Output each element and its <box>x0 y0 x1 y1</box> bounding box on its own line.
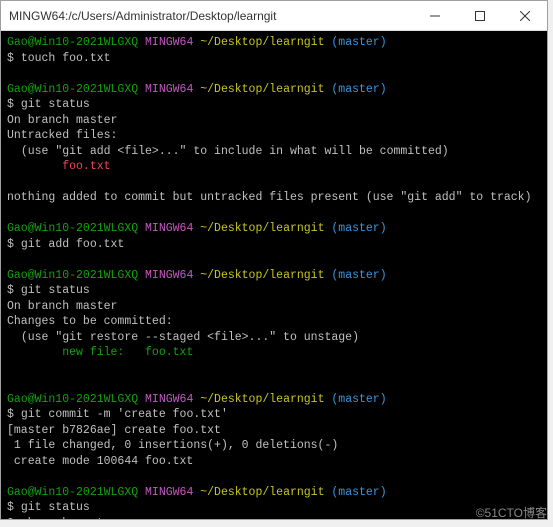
prompt-branch: (master) <box>331 393 386 406</box>
prompt-env: MINGW64 <box>145 486 193 499</box>
prompt-userhost: Gao@Win10-2021WLGXQ <box>7 393 138 406</box>
output-line: (use "git add <file>..." to include in w… <box>7 144 541 160</box>
prompt-env: MINGW64 <box>145 83 193 96</box>
prompt-branch: (master) <box>331 36 386 49</box>
output-line: new file: foo.txt <box>7 345 541 361</box>
prompt-env: MINGW64 <box>145 36 193 49</box>
prompt-line: Gao@Win10-2021WLGXQ MINGW64 ~/Desktop/le… <box>7 35 541 51</box>
output-line <box>7 469 541 485</box>
minimize-button[interactable] <box>412 1 457 30</box>
terminal-window: MINGW64:/c/Users/Administrator/Desktop/l… <box>0 0 548 520</box>
prompt-userhost: Gao@Win10-2021WLGXQ <box>7 36 138 49</box>
prompt-userhost: Gao@Win10-2021WLGXQ <box>7 486 138 499</box>
output-line: On branch master <box>7 516 541 519</box>
prompt-userhost: Gao@Win10-2021WLGXQ <box>7 83 138 96</box>
prompt-path: ~/Desktop/learngit <box>200 83 324 96</box>
output-line <box>7 252 541 268</box>
window-title: MINGW64:/c/Users/Administrator/Desktop/l… <box>9 9 412 23</box>
prompt-branch: (master) <box>331 83 386 96</box>
output-line: [master b7826ae] create foo.txt <box>7 423 541 439</box>
output-line: foo.txt <box>7 159 541 175</box>
close-button[interactable] <box>502 1 547 30</box>
output-line: On branch master <box>7 113 541 129</box>
prompt-branch: (master) <box>331 269 386 282</box>
output-line <box>7 376 541 392</box>
output-line: nothing added to commit but untracked fi… <box>7 190 541 206</box>
output-line: create mode 100644 foo.txt <box>7 454 541 470</box>
prompt-path: ~/Desktop/learngit <box>200 393 324 406</box>
prompt-env: MINGW64 <box>145 393 193 406</box>
window-controls <box>412 1 547 30</box>
prompt-path: ~/Desktop/learngit <box>200 486 324 499</box>
prompt-userhost: Gao@Win10-2021WLGXQ <box>7 222 138 235</box>
prompt-path: ~/Desktop/learngit <box>200 222 324 235</box>
command-line: $ git status <box>7 283 541 299</box>
prompt-path: ~/Desktop/learngit <box>200 269 324 282</box>
command-line: $ git status <box>7 97 541 113</box>
prompt-branch: (master) <box>331 486 386 499</box>
command-line: $ git add foo.txt <box>7 237 541 253</box>
output-line: (use "git restore --staged <file>..." to… <box>7 330 541 346</box>
prompt-line: Gao@Win10-2021WLGXQ MINGW64 ~/Desktop/le… <box>7 485 541 501</box>
terminal-body[interactable]: Gao@Win10-2021WLGXQ MINGW64 ~/Desktop/le… <box>1 31 547 519</box>
prompt-line: Gao@Win10-2021WLGXQ MINGW64 ~/Desktop/le… <box>7 268 541 284</box>
titlebar[interactable]: MINGW64:/c/Users/Administrator/Desktop/l… <box>1 1 547 31</box>
prompt-env: MINGW64 <box>145 222 193 235</box>
prompt-env: MINGW64 <box>145 269 193 282</box>
output-line <box>7 206 541 222</box>
prompt-path: ~/Desktop/learngit <box>200 36 324 49</box>
output-line: On branch master <box>7 299 541 315</box>
output-line <box>7 66 541 82</box>
prompt-line: Gao@Win10-2021WLGXQ MINGW64 ~/Desktop/le… <box>7 221 541 237</box>
output-line: Untracked files: <box>7 128 541 144</box>
prompt-line: Gao@Win10-2021WLGXQ MINGW64 ~/Desktop/le… <box>7 82 541 98</box>
output-line <box>7 175 541 191</box>
command-line: $ touch foo.txt <box>7 51 541 67</box>
output-line: Changes to be committed: <box>7 314 541 330</box>
prompt-line: Gao@Win10-2021WLGXQ MINGW64 ~/Desktop/le… <box>7 392 541 408</box>
prompt-branch: (master) <box>331 222 386 235</box>
command-line: $ git commit -m 'create foo.txt' <box>7 407 541 423</box>
prompt-userhost: Gao@Win10-2021WLGXQ <box>7 269 138 282</box>
maximize-button[interactable] <box>457 1 502 30</box>
output-line <box>7 361 541 377</box>
output-line: 1 file changed, 0 insertions(+), 0 delet… <box>7 438 541 454</box>
command-line: $ git status <box>7 500 541 516</box>
